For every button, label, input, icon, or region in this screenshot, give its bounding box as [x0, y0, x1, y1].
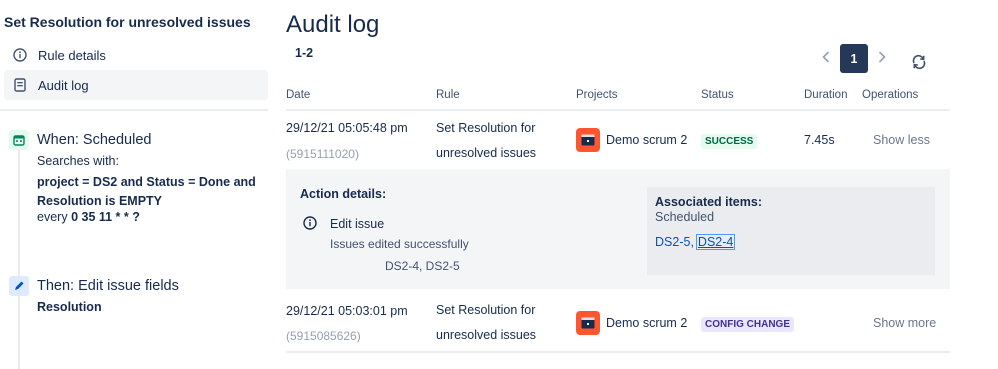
row-rule: Set Resolution for unresolved issues	[436, 116, 566, 166]
action-details-heading: Action details:	[300, 187, 387, 201]
refresh-button[interactable]	[907, 51, 931, 75]
timeline-line	[18, 150, 20, 369]
column-header-duration: Duration	[804, 89, 848, 101]
info-icon	[303, 216, 317, 230]
status-badge: SUCCESS	[701, 134, 758, 149]
row-id: (5915085626)	[286, 329, 361, 343]
associated-items-subheading: Scheduled	[655, 210, 715, 224]
project-avatar-icon	[576, 128, 600, 152]
row-project[interactable]: Demo scrum 2	[576, 311, 687, 335]
rule-title: Set Resolution for unresolved issues	[4, 14, 251, 30]
trigger-schedule: every 0 35 11 * * ?	[37, 210, 140, 224]
project-name: Demo scrum 2	[606, 133, 688, 147]
action-result: Issues edited successfully	[330, 237, 469, 251]
page-title: Audit log	[286, 11, 380, 38]
column-header-date: Date	[286, 89, 311, 101]
project-avatar-icon	[576, 311, 600, 335]
trigger-title[interactable]: When: Scheduled	[37, 132, 151, 148]
column-header-rule: Rule	[436, 89, 460, 101]
sidebar: Set Resolution for unresolved issues Rul…	[0, 0, 270, 369]
table-header-divider	[286, 109, 950, 111]
sidebar-divider	[0, 109, 268, 111]
show-more-button[interactable]: Show more	[873, 316, 936, 330]
result-range: 1-2	[295, 46, 314, 60]
refresh-icon	[911, 54, 927, 73]
table-bottom-divider	[286, 351, 950, 353]
chevron-left-icon	[822, 50, 830, 66]
issue-link[interactable]: DS2-5	[655, 235, 690, 249]
show-less-button[interactable]: Show less	[873, 133, 930, 147]
action-issues: DS2-4, DS2-5	[385, 259, 460, 273]
associated-items-heading: Associated items:	[655, 195, 762, 209]
pencil-icon	[9, 276, 29, 296]
associated-items-links: DS2-5, DS2-4	[655, 234, 736, 250]
nav-item-label: Audit log	[38, 77, 89, 93]
row-rule-line: Set Resolution for	[436, 303, 536, 317]
row-rule-line: Set Resolution for	[436, 121, 536, 135]
chevron-right-icon	[878, 50, 886, 66]
status-badge: CONFIG CHANGE	[701, 317, 794, 332]
pager-prev-button[interactable]	[816, 46, 836, 70]
row-project[interactable]: Demo scrum 2	[576, 128, 687, 152]
calendar-icon	[9, 130, 29, 150]
action-title[interactable]: Then: Edit issue fields	[37, 278, 179, 294]
nav-item-rule-details[interactable]: Rule details	[4, 40, 268, 70]
cron-expression: 0 35 11 * * ?	[71, 210, 140, 224]
pager-page-current[interactable]: 1	[840, 44, 868, 73]
column-header-projects: Projects	[576, 89, 618, 101]
action-field: Resolution	[37, 300, 102, 314]
trigger-subtitle: Searches with:	[37, 154, 119, 168]
row-rule: Set Resolution for unresolved issues	[436, 298, 566, 348]
row-duration: 7.45s	[804, 133, 835, 147]
link-separator: ,	[690, 235, 694, 249]
document-icon	[10, 78, 30, 92]
column-header-status: Status	[701, 89, 734, 101]
row-date: 29/12/21 05:03:01 pm	[286, 304, 408, 318]
column-header-operations: Operations	[862, 89, 919, 101]
row-divider	[286, 289, 950, 290]
pager-next-button[interactable]	[872, 46, 892, 70]
schedule-prefix: every	[37, 210, 68, 224]
row-rule-line: unresolved issues	[436, 146, 537, 160]
trigger-condition: project = DS2 and Status = Done and Reso…	[37, 175, 256, 208]
issue-link[interactable]: DS2-4	[695, 234, 736, 250]
row-rule-line: unresolved issues	[436, 328, 537, 342]
action-name: Edit issue	[330, 217, 385, 231]
info-icon	[10, 48, 30, 62]
row-id: (5915111020)	[286, 147, 359, 161]
project-name: Demo scrum 2	[606, 316, 688, 330]
nav-item-audit-log[interactable]: Audit log	[4, 70, 268, 100]
row-date: 29/12/21 05:05:48 pm	[286, 121, 408, 135]
nav-item-label: Rule details	[38, 47, 106, 63]
